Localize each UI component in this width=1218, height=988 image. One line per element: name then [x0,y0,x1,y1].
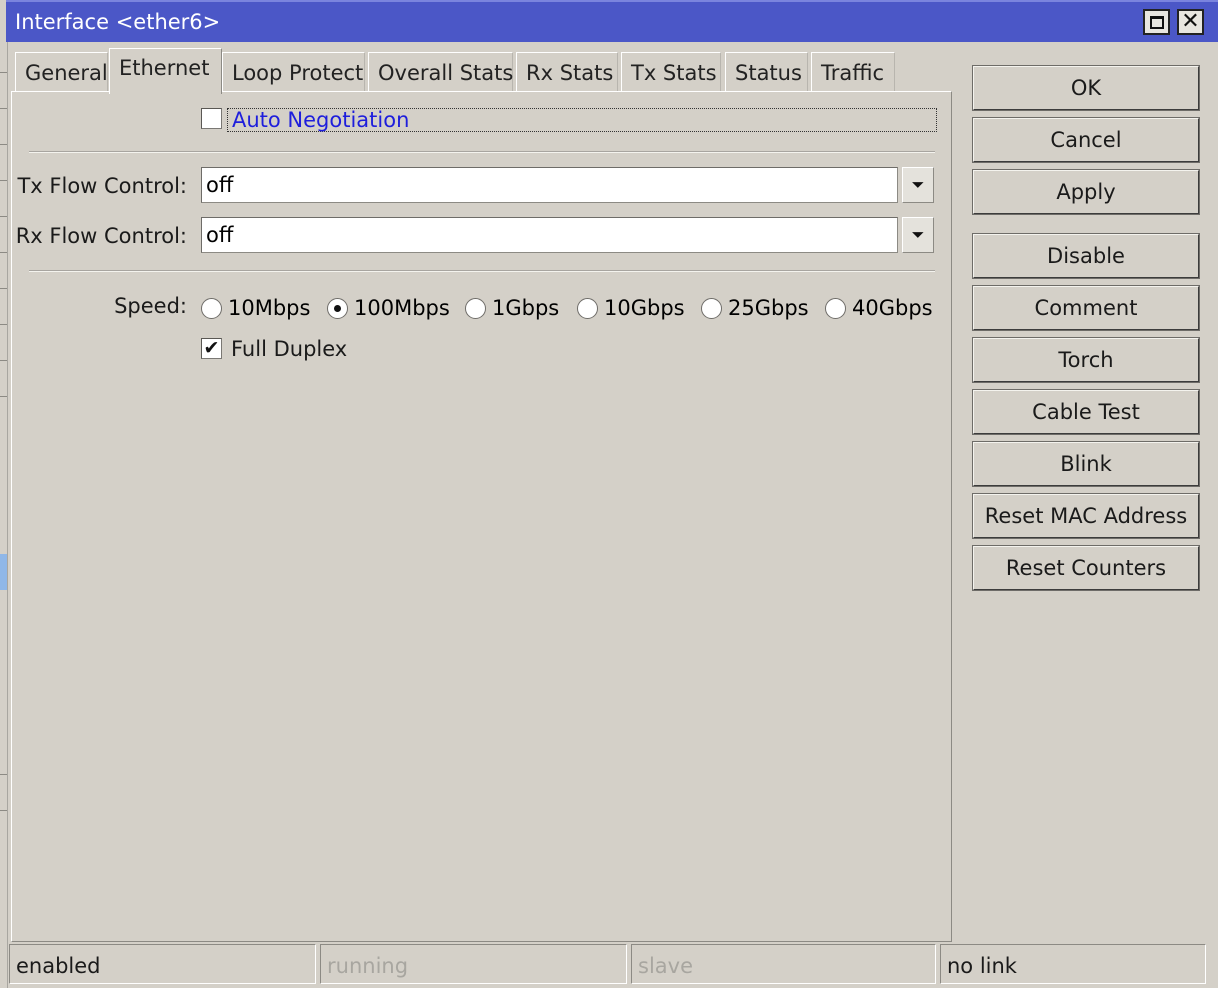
auto-negotiation-checkbox[interactable] [201,108,222,129]
tab-rx-stats[interactable]: Rx Stats [516,52,618,92]
maximize-button[interactable] [1143,9,1170,35]
cancel-button[interactable]: Cancel [972,117,1200,163]
radio-icon [201,297,222,319]
speed-radio-1gbps[interactable]: 1Gbps [465,296,559,320]
cable-test-button[interactable]: Cable Test [972,389,1200,435]
close-button[interactable]: ✕ [1177,9,1204,35]
status-enabled: enabled [9,944,316,984]
rx-flow-control-field[interactable]: off [201,217,898,253]
tx-flow-control-field[interactable]: off [201,167,898,203]
reset-mac-address-button[interactable]: Reset MAC Address [972,493,1200,539]
apply-button[interactable]: Apply [972,169,1200,215]
tab-tx-stats[interactable]: Tx Stats [621,52,721,92]
full-duplex-label[interactable]: Full Duplex [231,337,347,361]
radio-icon [701,297,722,319]
speed-radio-100mbps[interactable]: 100Mbps [327,296,450,320]
rx-flow-control-label: Rx Flow Control: [15,224,187,248]
ethernet-tab-panel: Auto Negotiation Tx Flow Control: off ⏷ … [11,91,952,942]
radio-selected-icon [327,297,348,319]
close-icon: ✕ [1181,9,1200,34]
blink-button[interactable]: Blink [972,441,1200,487]
interface-window: Interface <ether6> ✕ General Ethernet Lo… [0,0,1218,988]
speed-radio-25gbps[interactable]: 25Gbps [701,296,809,320]
dropdown-arrow-icon: ⏷ [911,175,925,194]
background-list-edge [0,42,8,988]
window-title: Interface <ether6> [15,10,221,34]
maximize-icon [1149,15,1164,29]
tab-overall-stats[interactable]: Overall Stats [368,52,513,92]
separator [29,151,935,153]
torch-button[interactable]: Torch [972,337,1200,383]
tab-status[interactable]: Status [725,52,808,92]
speed-radio-40gbps[interactable]: 40Gbps [825,296,933,320]
tx-flow-control-dropdown[interactable]: ⏷ [902,167,934,203]
comment-button[interactable]: Comment [972,285,1200,331]
tab-ethernet[interactable]: Ethernet [109,48,222,94]
auto-negotiation-label[interactable]: Auto Negotiation [227,108,937,132]
separator [29,270,935,272]
speed-radio-10mbps[interactable]: 10Mbps [201,296,310,320]
speed-radio-10gbps[interactable]: 10Gbps [577,296,685,320]
reset-counters-button[interactable]: Reset Counters [972,545,1200,591]
dropdown-arrow-icon: ⏷ [911,225,925,244]
checkmark-icon: ✔ [203,337,220,359]
radio-icon [465,297,486,319]
status-bar: enabled running slave no link [9,944,1209,984]
tab-loop-protect[interactable]: Loop Protect [222,52,365,92]
tx-flow-control-label: Tx Flow Control: [17,174,187,198]
title-bar: Interface <ether6> ✕ [6,0,1218,42]
status-slave: slave [631,944,936,984]
tab-general[interactable]: General [15,52,108,92]
full-duplex-checkbox[interactable]: ✔ [201,338,222,359]
tab-traffic[interactable]: Traffic [811,52,895,92]
status-link: no link [940,944,1206,984]
status-running: running [320,944,627,984]
radio-icon [825,297,846,319]
disable-button[interactable]: Disable [972,233,1200,279]
speed-label: Speed: [114,294,187,318]
radio-icon [577,297,598,319]
ok-button[interactable]: OK [972,65,1200,111]
rx-flow-control-dropdown[interactable]: ⏷ [902,217,934,253]
